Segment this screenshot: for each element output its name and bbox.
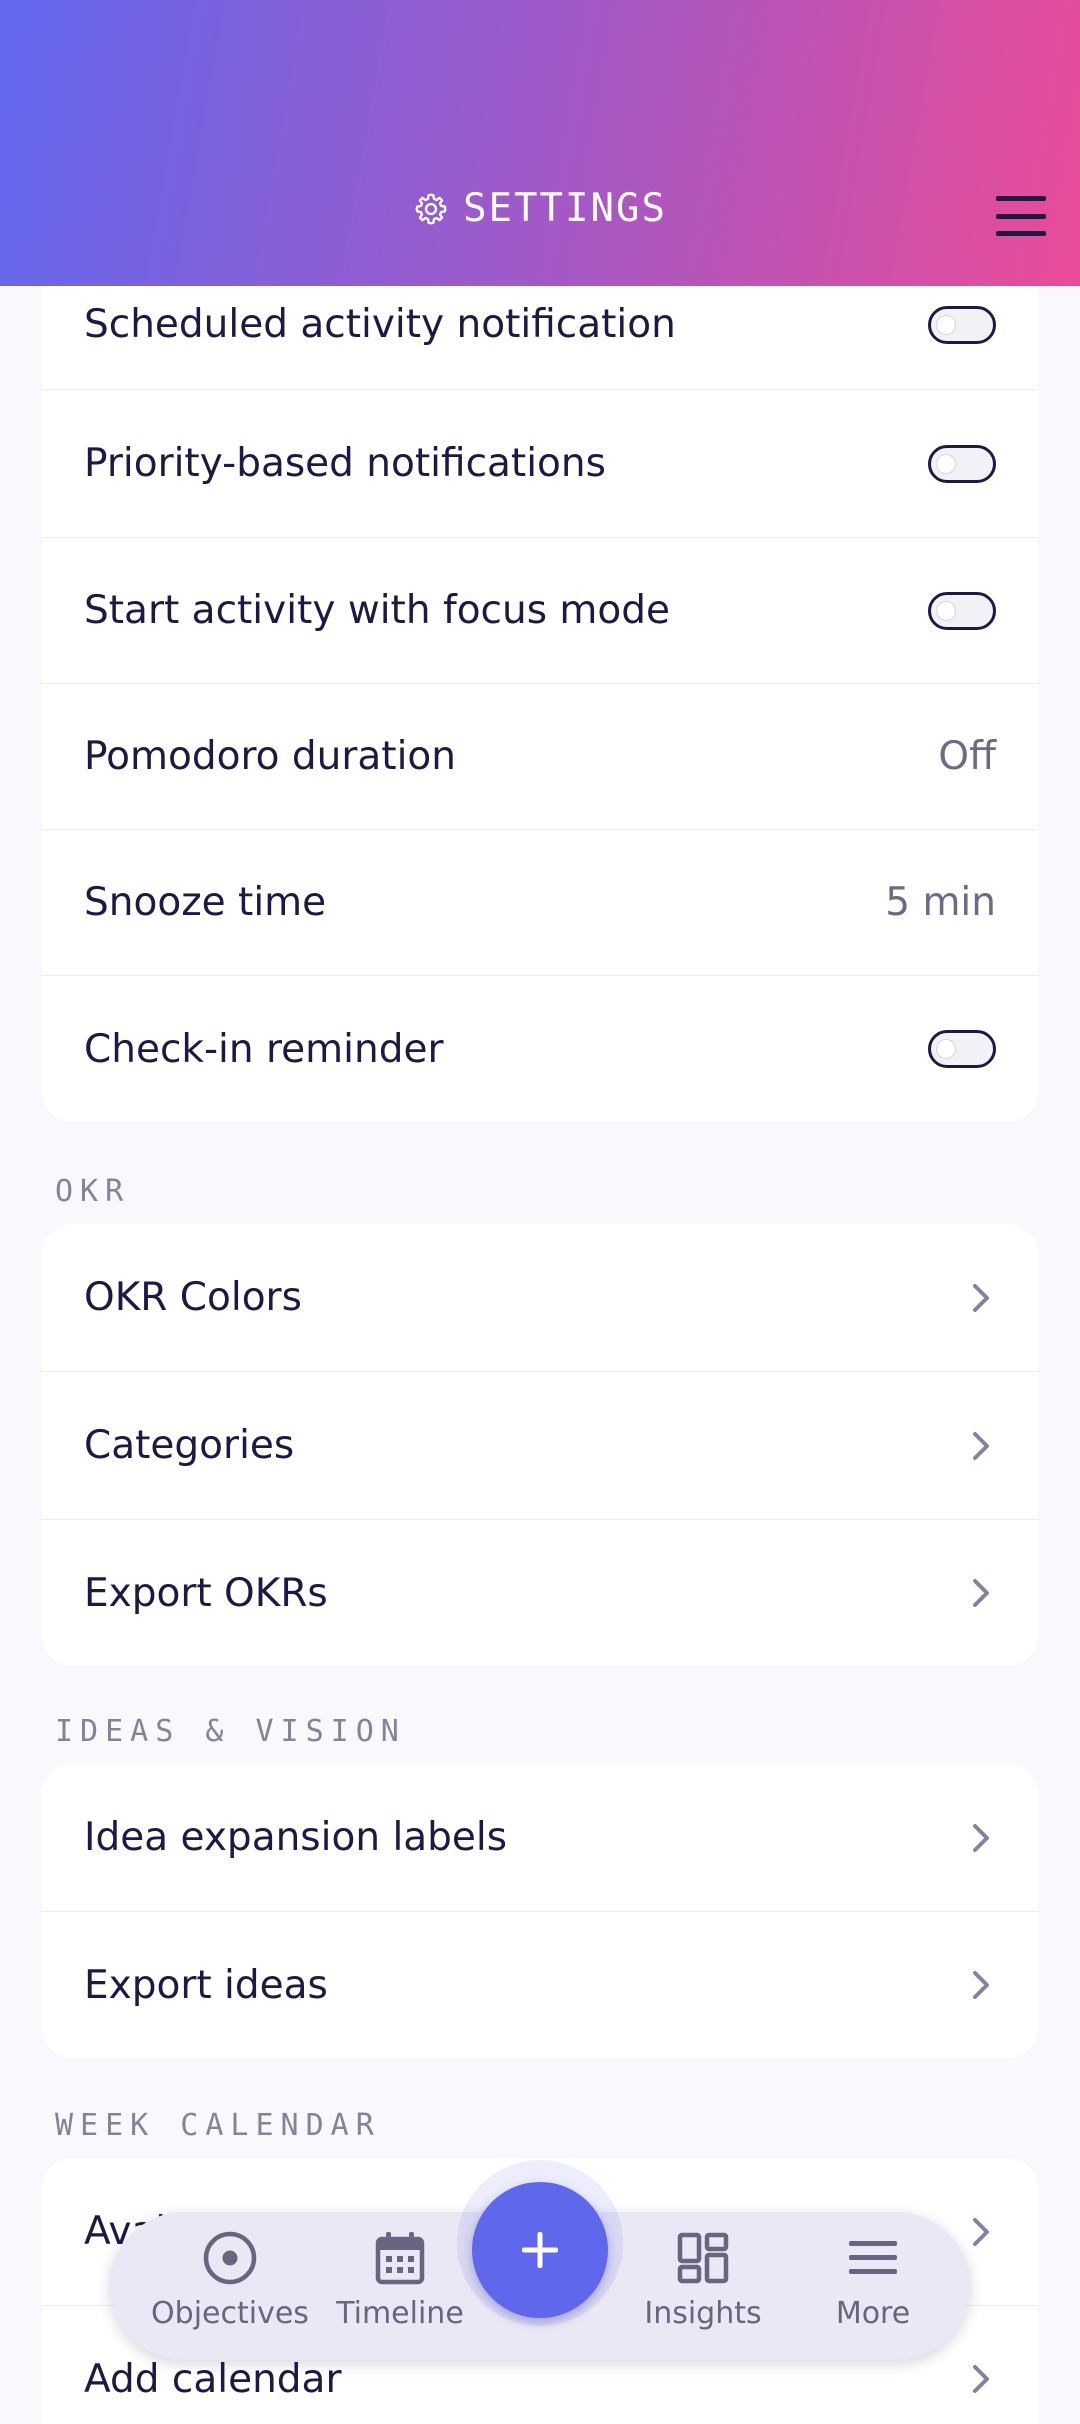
setting-label: Priority-based notifications (84, 441, 606, 486)
pomodoro-duration-value: Off (938, 734, 996, 779)
focus-mode-toggle[interactable] (928, 591, 996, 630)
setting-label: Export OKRs (84, 1570, 328, 1616)
okr-card: OKR Colors Categories Export OKRs (42, 1224, 1038, 1666)
setting-row-categories[interactable]: Categories (42, 1372, 1038, 1520)
setting-row-idea-expansion-labels[interactable]: Idea expansion labels (42, 1764, 1038, 1912)
scheduled-activity-toggle[interactable] (928, 305, 996, 344)
chevron-right-icon (973, 1823, 989, 1852)
setting-label: OKR Colors (84, 1275, 302, 1320)
setting-label: Export ideas (84, 1962, 328, 2008)
nav-item-objectives[interactable]: Objectives (145, 2230, 315, 2331)
target-icon (203, 2231, 257, 2285)
setting-label: Snooze time (84, 880, 327, 925)
section-title-okr: OKR (55, 1174, 131, 1209)
setting-label: Categories (84, 1423, 295, 1468)
add-button[interactable] (472, 2182, 608, 2318)
setting-label: Check-in reminder (84, 1026, 444, 1072)
setting-row-check-in-reminder[interactable]: Check-in reminder (42, 976, 1038, 1122)
notifications-card: Scheduled activity notification Priority… (42, 240, 1038, 1122)
gear-icon (415, 193, 447, 224)
setting-label: Start activity with focus mode (84, 588, 671, 633)
section-title-ideas-vision: IDEAS & VISION (55, 1714, 406, 1749)
setting-row-export-okrs[interactable]: Export OKRs (42, 1520, 1038, 1666)
nav-label: Insights (644, 2296, 762, 2331)
chevron-right-icon (973, 1579, 989, 1607)
plus-icon (522, 2232, 558, 2268)
ideas-card: Idea expansion labels Export ideas (42, 1764, 1038, 2058)
setting-label: Scheduled activity notification (84, 302, 676, 347)
chevron-right-icon (973, 2365, 989, 2393)
setting-row-snooze-time[interactable]: Snooze time 5 min (42, 830, 1038, 976)
chevron-right-icon (973, 1971, 989, 1999)
menu-lines-icon (849, 2241, 897, 2274)
nav-label: Timeline (336, 2296, 464, 2331)
calendar-icon (375, 2232, 425, 2285)
section-title-week-calendar: WEEK CALENDAR (55, 2108, 381, 2143)
setting-label: Add calendar (84, 2356, 342, 2402)
setting-row-export-ideas[interactable]: Export ideas (42, 1912, 1038, 2058)
setting-label: Idea expansion labels (84, 1815, 508, 1860)
chevron-right-icon (973, 1431, 989, 1460)
page-title-text: SETTINGS (463, 186, 667, 231)
nav-item-insights[interactable]: Insights (618, 2230, 788, 2331)
nav-label: Objectives (151, 2296, 309, 2331)
setting-row-focus-mode[interactable]: Start activity with focus mode (42, 538, 1038, 684)
setting-row-priority-based-notifications[interactable]: Priority-based notifications (42, 390, 1038, 538)
setting-row-pomodoro-duration[interactable]: Pomodoro duration Off (42, 684, 1038, 830)
nav-label: More (835, 2296, 911, 2331)
setting-label: Pomodoro duration (84, 734, 457, 779)
dashboard-icon (677, 2232, 729, 2284)
hamburger-menu-icon[interactable] (996, 196, 1046, 236)
check-in-reminder-toggle[interactable] (928, 1030, 996, 1068)
app-header: SETTINGS (0, 0, 1080, 286)
page-title: SETTINGS (0, 186, 1080, 231)
snooze-time-value: 5 min (885, 880, 996, 925)
setting-row-okr-colors[interactable]: OKR Colors (42, 1224, 1038, 1372)
nav-item-more[interactable]: More (788, 2230, 958, 2331)
chevron-right-icon (973, 1283, 989, 1312)
chevron-right-icon (973, 2217, 989, 2246)
priority-notifications-toggle[interactable] (928, 444, 996, 483)
